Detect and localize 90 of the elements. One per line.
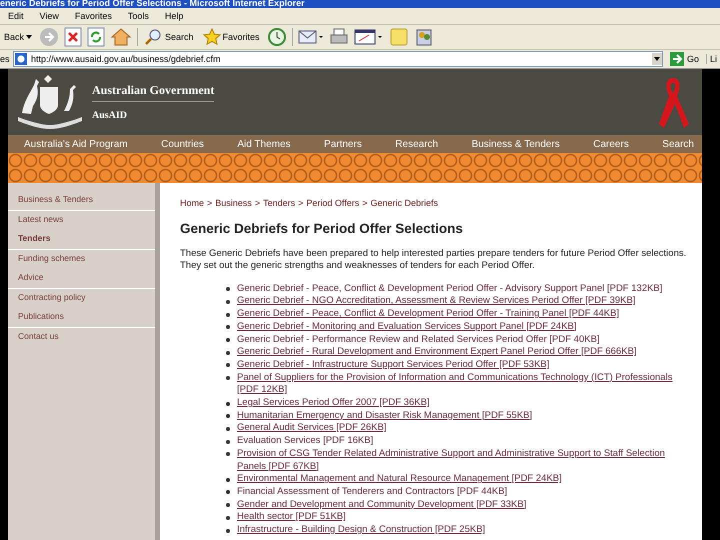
- back-button[interactable]: Back: [2, 32, 34, 42]
- menu-item[interactable]: Favorites: [66, 11, 120, 21]
- bullet-icon: [226, 478, 230, 482]
- breadcrumb-link[interactable]: Period Offers: [306, 198, 360, 208]
- breadcrumb-link[interactable]: Tenders: [263, 198, 296, 208]
- document-link[interactable]: Generic Debrief - Infrastructure Support Services Period Offer [PDF 53KB]: [237, 358, 550, 372]
- document-link[interactable]: Generic Debrief - Monitoring and Evaluation Services Support Panel [PDF 24KB]: [237, 320, 577, 334]
- stop-icon[interactable]: [64, 27, 82, 47]
- agency-name: AusAID: [92, 110, 128, 121]
- document-link[interactable]: Infrastructure - Building Design & Construction [PDF 25KB]: [237, 524, 486, 537]
- search-icon: [145, 28, 164, 46]
- bullet-icon: [226, 426, 230, 431]
- page-icon: [14, 52, 28, 66]
- document-link[interactable]: Legal Services Period Offer 2007 [PDF 36KB]: [237, 397, 430, 410]
- nav-link[interactable]: Partners: [324, 138, 362, 150]
- sidebar-link[interactable]: Tenders: [8, 230, 155, 250]
- government-title: Australian Government: [92, 83, 214, 102]
- nav-link[interactable]: Aid Themes: [237, 138, 291, 150]
- document-link[interactable]: Generic Debrief - Performance Review and Related Services Period Offer [PDF 40KB]: [237, 334, 600, 346]
- bullet-icon: [226, 516, 230, 520]
- star-icon: [202, 28, 221, 46]
- go-button[interactable]: Go: [666, 52, 704, 66]
- document-link[interactable]: Evaluation Services [PDF 16KB]: [237, 435, 374, 448]
- document-link[interactable]: Gender and Development and Community Development [PDF 33KB]: [237, 498, 526, 512]
- breadcrumb-separator: >: [298, 198, 304, 208]
- edit-icon[interactable]: [354, 27, 384, 47]
- breadcrumb-link[interactable]: Generic Debriefs: [370, 198, 438, 208]
- bullet-icon: [226, 350, 230, 355]
- breadcrumb-link[interactable]: Business: [215, 198, 252, 208]
- breadcrumb-separator: >: [207, 198, 212, 208]
- sidebar-link[interactable]: Publications: [8, 308, 155, 328]
- document-link[interactable]: Generic Debrief - Peace, Conflict & Development Period Offer - Advisory Support Panel [PDF 132KB]: [237, 282, 662, 296]
- sidebar-link[interactable]: Contact us: [8, 328, 155, 347]
- bullet-icon: [226, 363, 230, 368]
- search-button[interactable]: Search: [143, 28, 196, 46]
- bullet-icon: [226, 440, 230, 444]
- breadcrumb-separator: >: [254, 198, 260, 208]
- nav-link[interactable]: Australia's Aid Program: [24, 138, 128, 150]
- sidebar-link[interactable]: Contracting policy: [8, 289, 155, 308]
- bullet-icon: [226, 376, 230, 380]
- caret-icon: [26, 35, 32, 39]
- document-link[interactable]: Panel of Suppliers for the Provision of Information and Communications Technology (ICT) Professionals [PDF 12KB]: [237, 372, 692, 398]
- breadcrumb-separator: >: [362, 198, 368, 208]
- menu-item[interactable]: Help: [156, 11, 192, 21]
- menu-item[interactable]: View: [32, 11, 67, 21]
- home-icon[interactable]: [110, 27, 132, 47]
- nav-link[interactable]: Business & Tenders: [472, 138, 560, 150]
- nav-link[interactable]: Research: [395, 138, 438, 150]
- menu-item[interactable]: Tools: [120, 11, 157, 21]
- bullet-icon: [226, 325, 230, 330]
- history-icon[interactable]: [266, 27, 287, 47]
- menu-item[interactable]: Edit: [0, 11, 32, 21]
- bullet-icon: [226, 414, 230, 418]
- document-link[interactable]: Provision of CSG Tender Related Administrative Support and Administrative Support to Staff Selection Panels [PDF 67KB]: [237, 448, 692, 474]
- sidebar-link[interactable]: Latest news: [8, 211, 155, 230]
- document-link[interactable]: Generic Debrief - Peace, Conflict & Development Period Offer - Training Panel [PDF 44KB]: [237, 308, 620, 321]
- arrow-icon: [670, 52, 684, 66]
- bullet-icon: [226, 287, 230, 292]
- refresh-icon[interactable]: [87, 27, 106, 47]
- bullet-icon: [226, 312, 230, 317]
- document-link[interactable]: Humanitarian Emergency and Disaster Risk Management [PDF 55KB]: [237, 410, 532, 422]
- bullet-icon: [226, 490, 230, 494]
- nav-link[interactable]: Careers: [593, 138, 629, 150]
- address-field[interactable]: http://www.ausaid.gov.au/business/gdebrief.cfm: [13, 51, 663, 67]
- bullet-icon: [226, 402, 230, 406]
- bullet-icon: [226, 300, 230, 304]
- favorites-button[interactable]: Favorites: [200, 28, 262, 46]
- bullet-icon: [226, 338, 230, 342]
- document-link[interactable]: Generic Debrief - NGO Accreditation, Assessment & Review Services Period Offer [PDF 39KB]: [237, 295, 636, 308]
- caret-icon: [654, 57, 660, 61]
- document-link[interactable]: Generic Debrief - Rural Development and Environment Expert Panel Period Offer [PDF 666KB]: [237, 346, 637, 359]
- bullet-icon: [226, 452, 230, 456]
- messenger-icon[interactable]: [414, 27, 434, 47]
- bullet-icon: [226, 528, 230, 533]
- document-link[interactable]: Financial Assessment of Tenderers and Contractors [PDF 44KB]: [237, 486, 508, 499]
- bullet-icon: [226, 503, 230, 508]
- intro-text: These Generic Debriefs have been prepared to help interested parties prepare tenders for future Period Offer selections. They set out the generic strengths and weaknesses of tenders for each Period Offer.: [180, 248, 688, 273]
- sidebar-link[interactable]: Funding schemes: [8, 250, 155, 269]
- page-heading: Generic Debriefs for Period Offer Selections: [180, 221, 464, 236]
- links-label[interactable]: Li: [706, 54, 718, 64]
- sidebar-link[interactable]: Advice: [8, 269, 155, 289]
- nav-link[interactable]: Search: [662, 138, 694, 150]
- document-link[interactable]: General Audit Services [PDF 26KB]: [237, 422, 386, 436]
- document-link[interactable]: Health sector [PDF 51KB]: [237, 511, 346, 524]
- sidebar-link[interactable]: Business & Tenders: [8, 191, 155, 211]
- breadcrumb-link[interactable]: Home: [180, 198, 204, 208]
- dropdown-button[interactable]: [652, 53, 662, 65]
- address-label: es: [0, 54, 10, 64]
- document-link[interactable]: Environmental Management and Natural Resource Management [PDF 24KB]: [237, 473, 562, 486]
- nav-link[interactable]: Countries: [161, 138, 204, 150]
